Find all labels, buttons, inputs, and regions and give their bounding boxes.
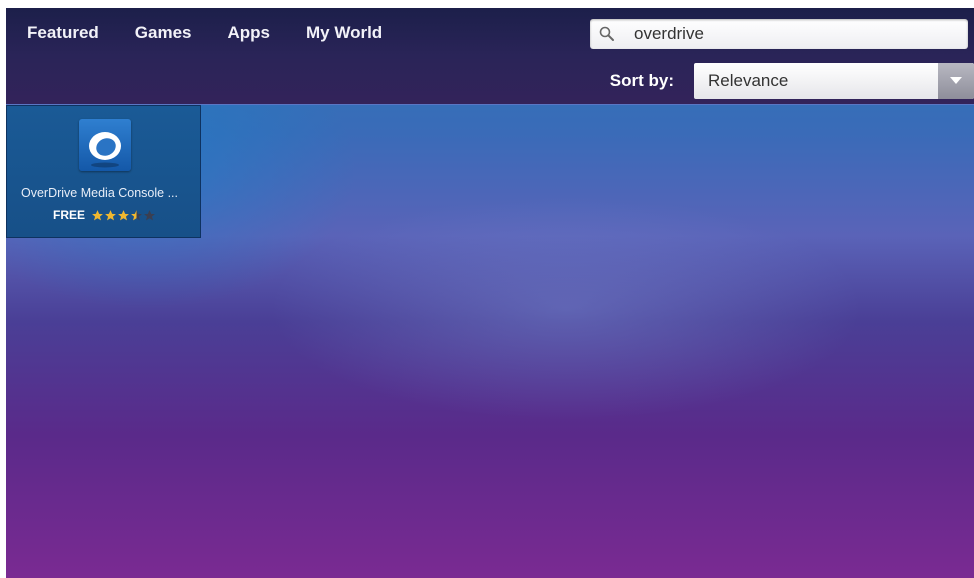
- nav-apps[interactable]: Apps: [210, 8, 289, 58]
- rating-stars: [91, 209, 156, 222]
- star-empty-icon: [144, 209, 155, 220]
- sort-select[interactable]: Relevance: [694, 63, 974, 99]
- star-icon: [105, 209, 116, 220]
- sort-row: Sort by: Relevance: [6, 62, 974, 100]
- top-bar: Featured Games Apps My World Sort by: Re…: [6, 8, 974, 105]
- sort-dropdown-button[interactable]: [938, 63, 974, 99]
- search-icon: [599, 26, 614, 41]
- overdrive-app-icon: [79, 119, 131, 171]
- search-box[interactable]: [590, 19, 968, 49]
- category-nav: Featured Games Apps My World: [6, 8, 400, 58]
- nav-my-world[interactable]: My World: [288, 8, 400, 58]
- price-badge: FREE: [53, 208, 86, 222]
- search-input[interactable]: [634, 19, 954, 49]
- star-half-icon: [131, 209, 142, 220]
- chevron-down-icon: [950, 77, 962, 84]
- sort-selected-value: Relevance: [708, 71, 789, 90]
- star-icon: [118, 209, 129, 220]
- app-name: OverDrive Media Console ...: [21, 186, 179, 200]
- sort-label: Sort by:: [609, 71, 674, 90]
- app-result-tile[interactable]: OverDrive Media Console ... FREE: [6, 105, 201, 238]
- price-rating-row: FREE: [53, 207, 156, 223]
- nav-games[interactable]: Games: [117, 8, 210, 58]
- nav-featured[interactable]: Featured: [6, 8, 117, 58]
- star-icon: [92, 209, 103, 220]
- app-catalog-screen: Featured Games Apps My World Sort by: Re…: [6, 8, 974, 578]
